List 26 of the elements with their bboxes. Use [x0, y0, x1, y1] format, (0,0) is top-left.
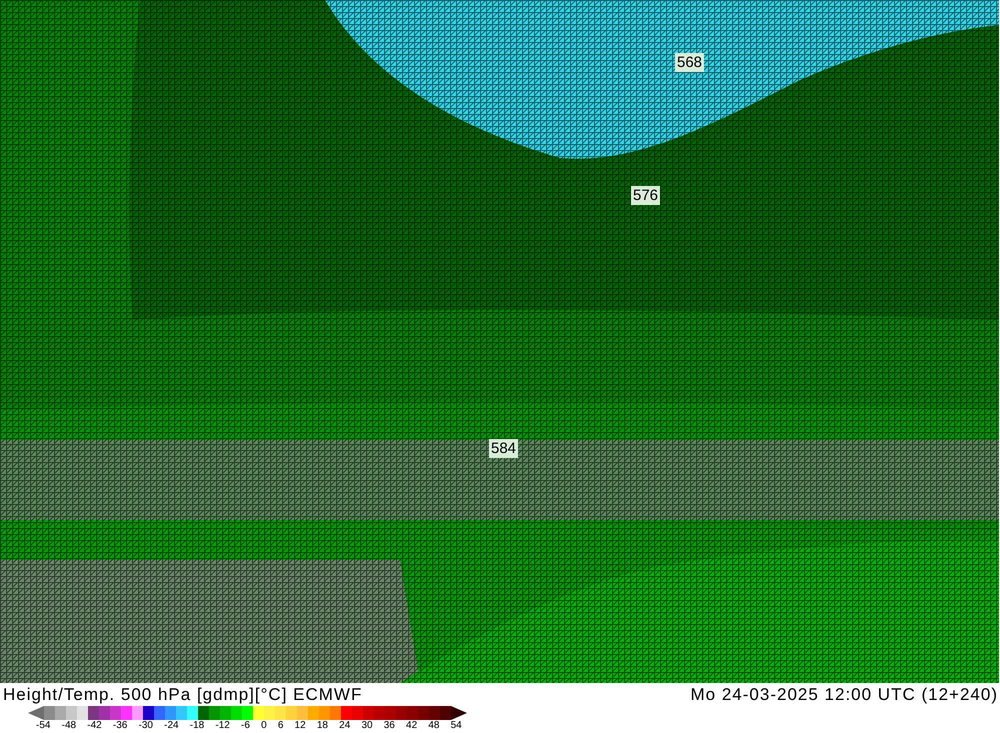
- scale-tick-label: 30: [361, 720, 373, 732]
- scale-tick-label: -42: [87, 720, 102, 732]
- scale-tick-label: 12: [294, 720, 306, 732]
- scale-tick-label: -48: [62, 720, 76, 732]
- scale-tick-label: 24: [339, 720, 350, 732]
- scale-tick-label: -12: [215, 720, 230, 732]
- contour-label: 568: [675, 53, 704, 72]
- valid-time: Mo 24-03-2025 12:00 UTC (12+240): [690, 684, 998, 704]
- scale-tick-label: -30: [138, 720, 153, 732]
- scale-tick-label: 18: [316, 720, 328, 732]
- left-arrow-icon: [28, 706, 44, 720]
- scale-tick-label: -18: [190, 720, 204, 732]
- scale-tick-label: -6: [241, 720, 250, 732]
- scale-tick-label: 42: [406, 720, 418, 732]
- scale-tick-label: 48: [428, 720, 440, 732]
- contour-label: 584: [489, 439, 518, 458]
- scale-tick-label: 54: [450, 720, 462, 732]
- scale-tick-label: 36: [384, 720, 395, 732]
- scale-tick-label: 0: [261, 720, 267, 732]
- chart-title: Height/Temp. 500 hPa [gdmp][°C] ECMWF: [3, 684, 362, 704]
- scale-tick-label: -36: [112, 720, 128, 732]
- contour-label: 576: [631, 186, 660, 205]
- scale-tick-label: -24: [164, 720, 179, 732]
- scale-tick-label: 6: [278, 720, 284, 732]
- scale-tick-label: -54: [36, 720, 50, 732]
- right-arrow-icon: [451, 706, 467, 720]
